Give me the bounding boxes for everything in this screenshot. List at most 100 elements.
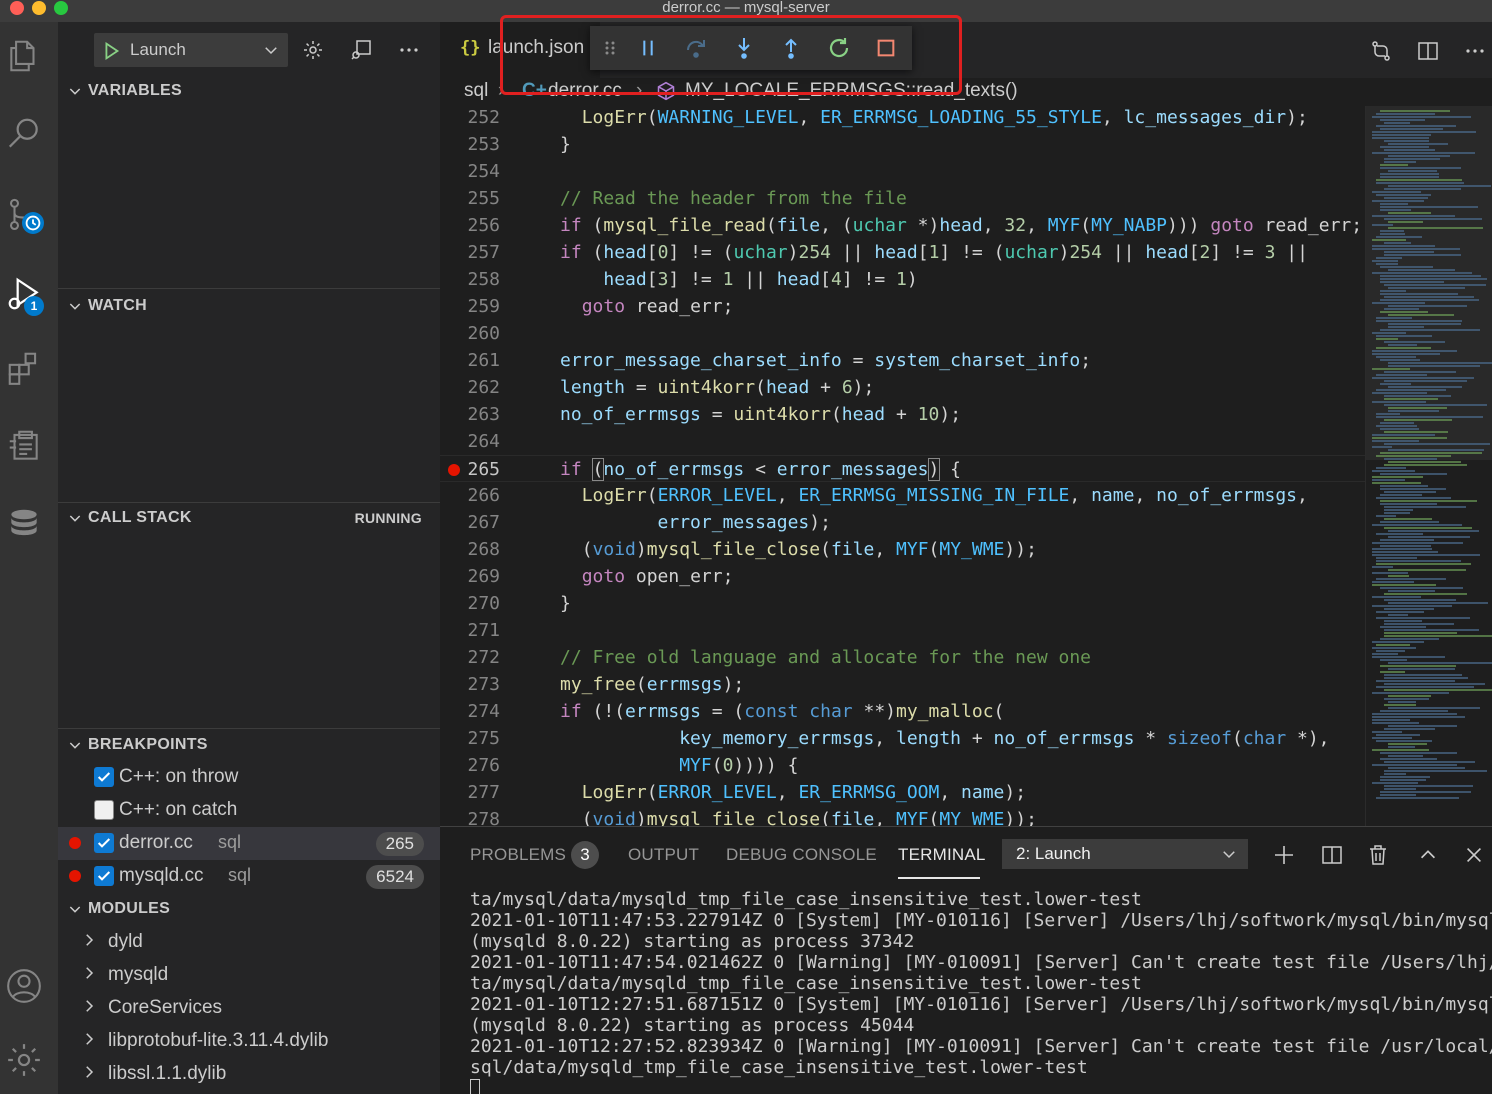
explorer-icon[interactable] [0,32,48,80]
tab-problems[interactable]: PROBLEMS [470,845,566,865]
database-icon[interactable] [0,500,48,548]
breakpoint-checkbox[interactable] [94,833,114,853]
module-label: CoreServices [108,997,223,1018]
pause-button[interactable] [632,32,664,64]
tab-launch-json[interactable]: {} launch.json [440,22,600,78]
modules-section-header[interactable]: MODULES [58,894,440,924]
source-control-icon[interactable] [0,192,48,240]
minimap[interactable] [1365,106,1492,826]
minimap-line [1388,221,1423,223]
open-changes-button[interactable] [1364,34,1398,68]
debug-console-button[interactable] [344,33,378,67]
minimap-line [1372,479,1405,481]
new-terminal-button[interactable] [1268,839,1300,871]
minimap-line [1380,779,1426,781]
minimap-line [1384,443,1490,445]
variables-section-header[interactable]: VARIABLES [58,76,440,106]
minimap-line [1384,593,1467,595]
debug-toolbar [590,26,912,70]
breadcrumb: sql › C+ derror.cc › MY_LOCALE_ERRMSGS::… [440,78,1492,106]
module-item[interactable]: libprotobuf-lite.3.11.4.dylib [58,1024,440,1057]
minimap-line [1376,578,1446,580]
minimap-line [1380,275,1481,277]
editor-more-button[interactable] [1458,34,1492,68]
minimap-line [1376,413,1400,415]
minimap-line [1388,287,1465,289]
pause-icon [643,40,653,56]
terminal-output[interactable]: ta/mysql/data/mysqld_tmp_file_case_insen… [470,889,1492,1094]
split-terminal-button[interactable] [1316,839,1348,871]
step-out-button[interactable] [775,32,807,64]
minimap-line [1380,758,1437,760]
tab-terminal[interactable]: TERMINAL [898,845,986,865]
more-actions-button[interactable] [392,33,426,67]
restart-button[interactable] [823,32,855,64]
code-line: 258 head[3] != 1 || head[4] != 1) [467,269,918,290]
breakpoint-item[interactable]: C++: on catch [58,794,440,827]
module-item[interactable]: CoreServices [58,991,440,1024]
chevron-down-icon [69,303,81,310]
module-item[interactable]: dyld [58,925,440,958]
close-panel-button[interactable] [1458,839,1490,871]
minimap-line [1384,518,1432,520]
breakpoint-item[interactable]: mysqld.cc sql 6524 [58,860,440,893]
breakpoint-item[interactable]: C++: on throw [58,761,440,794]
minimap-line [1380,230,1404,232]
run-debug-icon[interactable]: 1 [0,270,48,318]
breadcrumb-symbol[interactable]: MY_LOCALE_ERRMSGS::read_texts() [685,80,1018,102]
tab-output[interactable]: OUTPUT [628,845,699,865]
step-over-button[interactable] [680,32,712,64]
launch-config-select[interactable]: Launch [94,33,288,67]
minimap-line [1384,491,1436,493]
open-launch-json-button[interactable] [296,33,330,67]
step-into-button[interactable] [728,32,760,64]
stop-button[interactable] [870,32,902,64]
minimap-line [1388,707,1480,709]
minimap-line [1380,659,1407,661]
breakpoints-section-header[interactable]: BREAKPOINTS [58,730,440,760]
breakpoint-folder: sql [218,832,242,852]
account-icon[interactable] [0,962,48,1010]
split-terminal-icon [1322,846,1342,864]
remote-explorer-icon[interactable] [0,422,48,470]
minimap-line [1384,635,1492,637]
minimap-line [1372,719,1410,721]
breadcrumb-file[interactable]: derror.cc [548,80,622,102]
minimap-line [1380,473,1447,475]
breakpoint-checkbox[interactable] [94,800,114,820]
minimap-line [1376,389,1446,391]
call-stack-title: CALL STACK [88,509,192,526]
minimap-line [1376,797,1459,799]
breadcrumb-folder[interactable]: sql [464,80,488,102]
module-item[interactable]: libssl.1.1.dylib [58,1057,440,1090]
kill-terminal-button[interactable] [1362,839,1394,871]
minimap-line [1372,764,1457,766]
terminal-line: ta/mysql/data/mysqld_tmp_file_case_insen… [470,889,1142,910]
maximize-panel-button[interactable] [1412,839,1444,871]
watch-section-header[interactable]: WATCH [58,291,440,321]
breakpoint-checkbox[interactable] [94,866,114,886]
split-editor-button[interactable] [1411,34,1445,68]
toolbar-drag-handle[interactable] [594,32,626,64]
search-icon[interactable] [0,110,48,158]
module-item[interactable]: mysqld [58,958,440,991]
code-editor[interactable]: 252 LogErr(WARNING_LEVEL, ER_ERRMSG_LOAD… [440,106,1370,826]
minimap-line [1388,326,1424,328]
minimap-line [1376,338,1398,340]
code-line: 277 LogErr(ERROR_LEVEL, ER_ERRMSG_OOM, n… [467,782,1027,803]
breakpoint-dot-icon [69,837,81,849]
minimap-line [1388,227,1483,229]
minimap-line [1388,185,1491,187]
minimap-line [1384,398,1438,400]
manage-gear-icon[interactable] [0,1036,48,1084]
minimap-line [1388,569,1466,571]
chevron-right-icon [86,934,94,946]
extensions-icon[interactable] [0,344,48,392]
tab-debug-console[interactable]: DEBUG CONSOLE [726,845,877,865]
minimap-line [1388,590,1435,592]
breakpoint-item[interactable]: derror.cc sql 265 [58,827,440,860]
terminal-select[interactable]: 2: Launch [1002,839,1248,869]
code-line: 264 [467,431,500,452]
call-stack-section-header[interactable]: CALL STACK RUNNING [58,503,440,533]
breakpoint-checkbox[interactable] [94,767,114,787]
